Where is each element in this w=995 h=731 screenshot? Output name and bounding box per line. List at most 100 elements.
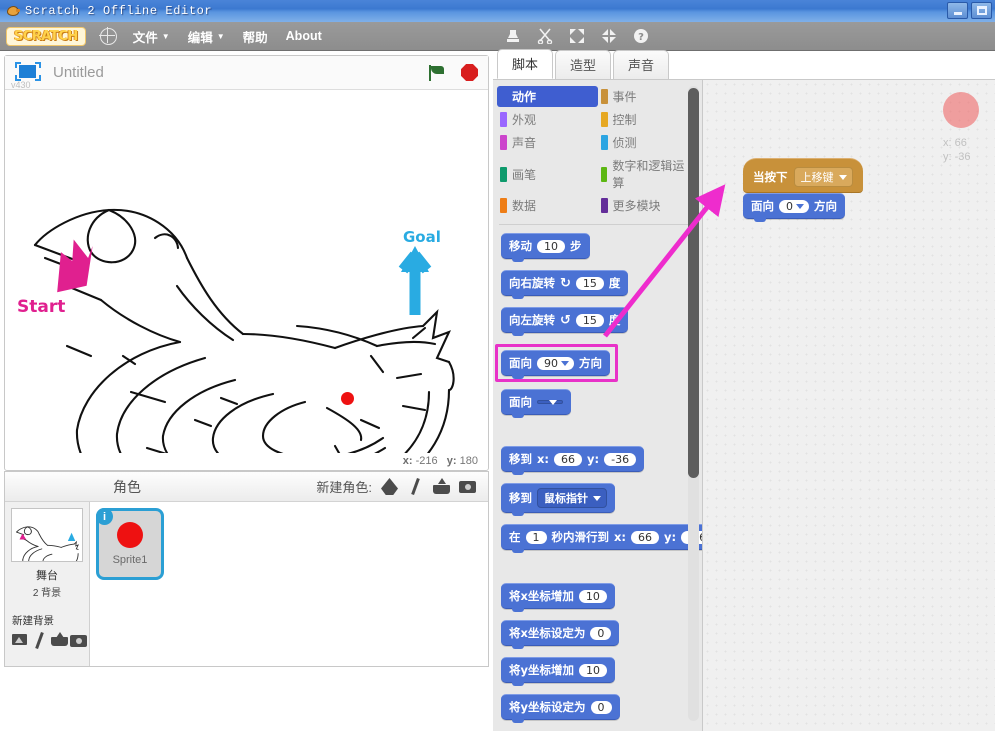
block-change-y-by[interactable]: 将y坐标增加 10 <box>501 657 615 686</box>
stage-sprite-dot[interactable] <box>341 392 354 405</box>
scripts-area[interactable]: x: 66 y: -36 当按下 上移键 面向 0 方向 <box>703 80 995 731</box>
block-dropdown[interactable]: 90 <box>537 356 574 370</box>
category-label: 侦测 <box>612 136 637 150</box>
block-change-x-by[interactable]: 将x坐标增加 10 <box>501 583 615 612</box>
menu-about[interactable]: About <box>286 29 322 43</box>
menu-bar: SCRATCH 文件 ▼ 编辑 ▼ 帮助 About ? <box>0 22 995 51</box>
tab-scripts[interactable]: 脚本 <box>497 49 554 79</box>
block-input[interactable]: 10 <box>537 239 565 253</box>
help-icon[interactable]: ? <box>633 28 649 44</box>
category-motion[interactable]: 动作 <box>497 86 598 107</box>
block-dropdown[interactable]: 鼠标指针 <box>537 488 607 508</box>
green-flag-icon[interactable] <box>429 64 447 81</box>
block-script-point-in-direction[interactable]: 面向 0 方向 <box>743 193 845 222</box>
palette-scrollbar-thumb[interactable] <box>688 88 699 478</box>
stage-label-goal: Goal <box>403 228 441 246</box>
scratch-logo[interactable]: SCRATCH <box>6 26 86 46</box>
window-titlebar: Scratch 2 Offline Editor <box>0 0 995 22</box>
block-input[interactable]: 0 <box>590 626 612 640</box>
scissors-icon[interactable] <box>537 28 553 44</box>
menu-file[interactable]: 文件 ▼ <box>133 27 170 46</box>
upload-icon[interactable] <box>433 478 450 495</box>
block-move[interactable]: 移动 10 步 <box>501 233 590 262</box>
info-badge[interactable]: i <box>96 508 113 525</box>
category-operators[interactable]: 数字和逻辑运算 <box>598 155 699 193</box>
tab-sounds[interactable]: 声音 <box>613 50 670 79</box>
block-input[interactable]: 15 <box>575 276 604 290</box>
camera-icon[interactable] <box>459 478 476 495</box>
new-backdrop-label: 新建背景 <box>12 615 54 627</box>
project-title[interactable]: Untitled <box>53 64 104 81</box>
block-dropdown[interactable] <box>537 400 563 405</box>
brush-icon[interactable] <box>407 478 424 495</box>
sprite-y-label: y: <box>943 151 952 163</box>
camera-icon[interactable] <box>69 632 88 647</box>
block-input[interactable]: 15 <box>575 313 604 327</box>
minimize-button[interactable] <box>947 2 968 19</box>
category-control[interactable]: 控制 <box>598 109 699 130</box>
block-when-key-pressed[interactable]: 当按下 上移键 <box>743 158 863 193</box>
category-swatch <box>500 112 507 127</box>
category-swatch <box>600 112 608 127</box>
block-input[interactable]: -36 <box>604 452 637 466</box>
category-events[interactable]: 事件 <box>598 86 699 107</box>
category-more-blocks[interactable]: 更多模块 <box>598 195 699 216</box>
block-turn-right[interactable]: 向右旋转 ↻ 15 度 <box>501 270 629 299</box>
block-set-x-to[interactable]: 将x坐标设定为 0 <box>501 620 620 649</box>
tab-costumes[interactable]: 造型 <box>555 50 612 79</box>
menu-edit[interactable]: 编辑 ▼ <box>188 27 225 46</box>
block-text: 面向 <box>509 356 532 370</box>
block-turn-left[interactable]: 向左旋转 ↺ 15 度 <box>501 307 629 336</box>
stage-thumbnail-drawing <box>16 526 79 561</box>
category-sound[interactable]: 声音 <box>497 132 598 153</box>
stage-thumbnail[interactable] <box>11 508 83 562</box>
block-input[interactable]: 66 <box>631 530 660 544</box>
block-text: y: <box>587 452 600 466</box>
block-text: 步 <box>570 239 582 253</box>
block-go-to-xy[interactable]: 移到 x: 66 y: -36 <box>501 446 645 475</box>
category-label: 数字和逻辑运算 <box>612 159 685 190</box>
block-input[interactable]: 10 <box>578 589 607 603</box>
block-input[interactable]: 1 <box>525 530 547 544</box>
sprite-card-sprite1[interactable]: i Sprite1 <box>96 508 164 580</box>
brush-icon[interactable] <box>31 632 45 647</box>
block-point-in-direction[interactable]: 面向 90 方向 <box>501 350 610 379</box>
maximize-button[interactable] <box>971 2 992 19</box>
category-sensing[interactable]: 侦测 <box>598 132 699 153</box>
block-text: 秒内滑行到 <box>551 530 610 544</box>
palette-scrollbar[interactable] <box>688 86 699 721</box>
block-dropdown-direction[interactable]: 0 <box>779 199 809 213</box>
category-pen[interactable]: 画笔 <box>497 155 598 193</box>
stage-canvas[interactable]: Start Goal <box>5 90 488 453</box>
block-input[interactable]: 0 <box>590 700 612 714</box>
category-looks[interactable]: 外观 <box>497 109 598 130</box>
stage-annotations <box>57 239 432 315</box>
stamp-icon[interactable] <box>505 28 521 44</box>
block-input[interactable]: 10 <box>579 663 607 677</box>
category-label: 事件 <box>612 90 637 104</box>
block-input[interactable]: 66 <box>554 452 583 466</box>
block-glide-secs[interactable]: 在 1 秒内滑行到 x: 66 y: -36 <box>501 524 702 553</box>
stage-selector[interactable]: 舞台 2 背景 新建背景 <box>5 502 90 666</box>
block-text: 将x坐标增加 <box>509 589 574 603</box>
chevron-down-icon: ▼ <box>216 31 225 41</box>
wizard-icon[interactable] <box>381 478 398 495</box>
sprite-pane: 角色 新建角色: 舞台 2 背景 新建背景 i Sprite1 <box>4 471 489 667</box>
upload-icon[interactable] <box>50 632 68 647</box>
menu-help[interactable]: 帮助 <box>243 27 268 46</box>
grow-icon[interactable] <box>569 28 585 44</box>
mouse-coordinates: x: -216 y: 180 <box>5 453 488 470</box>
block-dropdown-key[interactable]: 上移键 <box>793 167 853 187</box>
block-text: 向左旋转 <box>509 313 555 327</box>
image-icon[interactable] <box>12 632 28 647</box>
block-point-towards[interactable]: 面向 <box>501 389 571 418</box>
globe-icon[interactable] <box>99 26 117 45</box>
menu-about-label: About <box>285 29 322 43</box>
script-stack[interactable]: 当按下 上移键 面向 0 方向 <box>743 158 863 222</box>
block-set-y-to[interactable]: 将y坐标设定为 0 <box>501 694 620 723</box>
block-go-to-target[interactable]: 移到 鼠标指针 <box>501 483 615 516</box>
shrink-icon[interactable] <box>601 28 617 44</box>
category-list: 动作 事件 外观 控制 声音 侦测 画笔 数字和逻辑运算 数据 更多模块 <box>493 80 702 222</box>
stop-icon[interactable] <box>461 64 478 81</box>
category-data[interactable]: 数据 <box>497 195 598 216</box>
